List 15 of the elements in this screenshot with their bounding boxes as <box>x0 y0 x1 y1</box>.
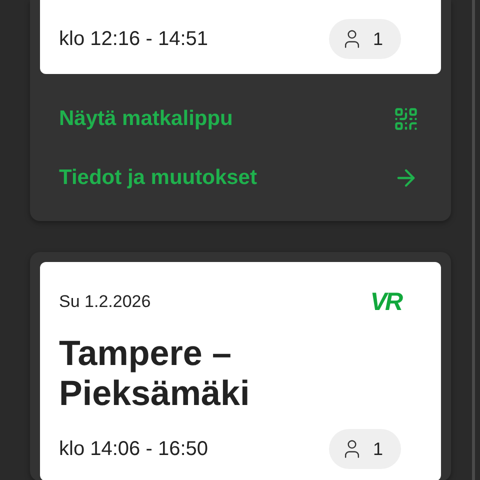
trip-date: Su 1.2.2026 <box>59 292 151 312</box>
action-link[interactable]: Tiedot ja muutokset <box>59 148 419 207</box>
qr-code-icon <box>393 106 419 132</box>
action-label: Näytä matkalippu <box>59 106 233 130</box>
action-label: Tiedot ja muutokset <box>59 166 257 190</box>
scrollbar[interactable] <box>472 0 475 480</box>
passenger-count: 1 <box>372 438 383 460</box>
trip-card[interactable]: Su 1.2.2026 VR Tampere – Pieksämäki klo 14:06 - 16:50 1 <box>40 262 441 480</box>
action-link[interactable]: Näytä matkalippu <box>59 89 419 148</box>
trip-card[interactable]: klo 12:16 - 14:51 1 <box>40 0 441 74</box>
route-title: Tampere – Pieksämäki <box>59 334 251 414</box>
trip-time: klo 14:06 - 16:50 <box>59 438 208 460</box>
operator-logo: VR <box>370 288 401 316</box>
trip-time: klo 12:16 - 14:51 <box>59 28 208 50</box>
passenger-count: 1 <box>372 28 383 50</box>
